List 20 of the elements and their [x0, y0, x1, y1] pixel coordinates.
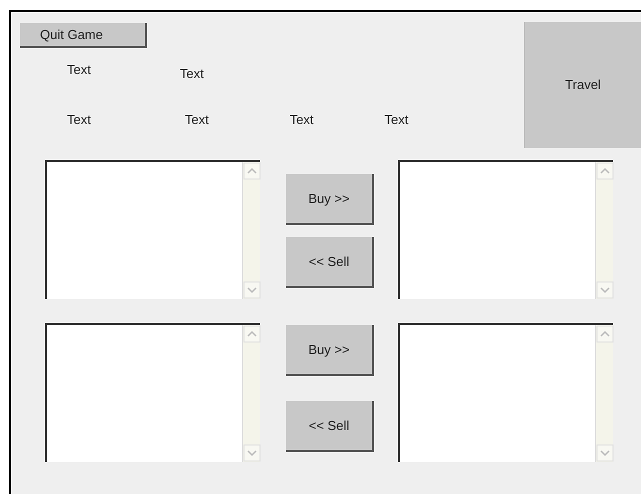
text-label: Text: [384, 111, 408, 129]
text-label: Text: [67, 111, 91, 129]
text-label: Text: [67, 61, 91, 78]
list-box[interactable]: [398, 160, 613, 299]
quit-game-button[interactable]: Quit Game: [20, 23, 147, 48]
list-box[interactable]: [398, 323, 613, 462]
text-label: Text: [180, 65, 204, 78]
scrollbar[interactable]: [242, 162, 260, 299]
scrollbar[interactable]: [595, 162, 613, 299]
text-label: Text: [290, 111, 314, 129]
text-label: Text: [184, 111, 209, 129]
scrollbar[interactable]: [242, 325, 260, 462]
list-box[interactable]: [45, 160, 260, 299]
travel-button[interactable]: Travel: [524, 22, 641, 148]
sell-button[interactable]: << Sell: [286, 401, 374, 452]
buy-button[interactable]: Buy >>: [286, 325, 374, 376]
list-box[interactable]: [45, 323, 260, 462]
scrollbar[interactable]: [595, 325, 613, 462]
buy-button[interactable]: Buy >>: [286, 174, 374, 225]
sell-button[interactable]: << Sell: [286, 237, 374, 288]
